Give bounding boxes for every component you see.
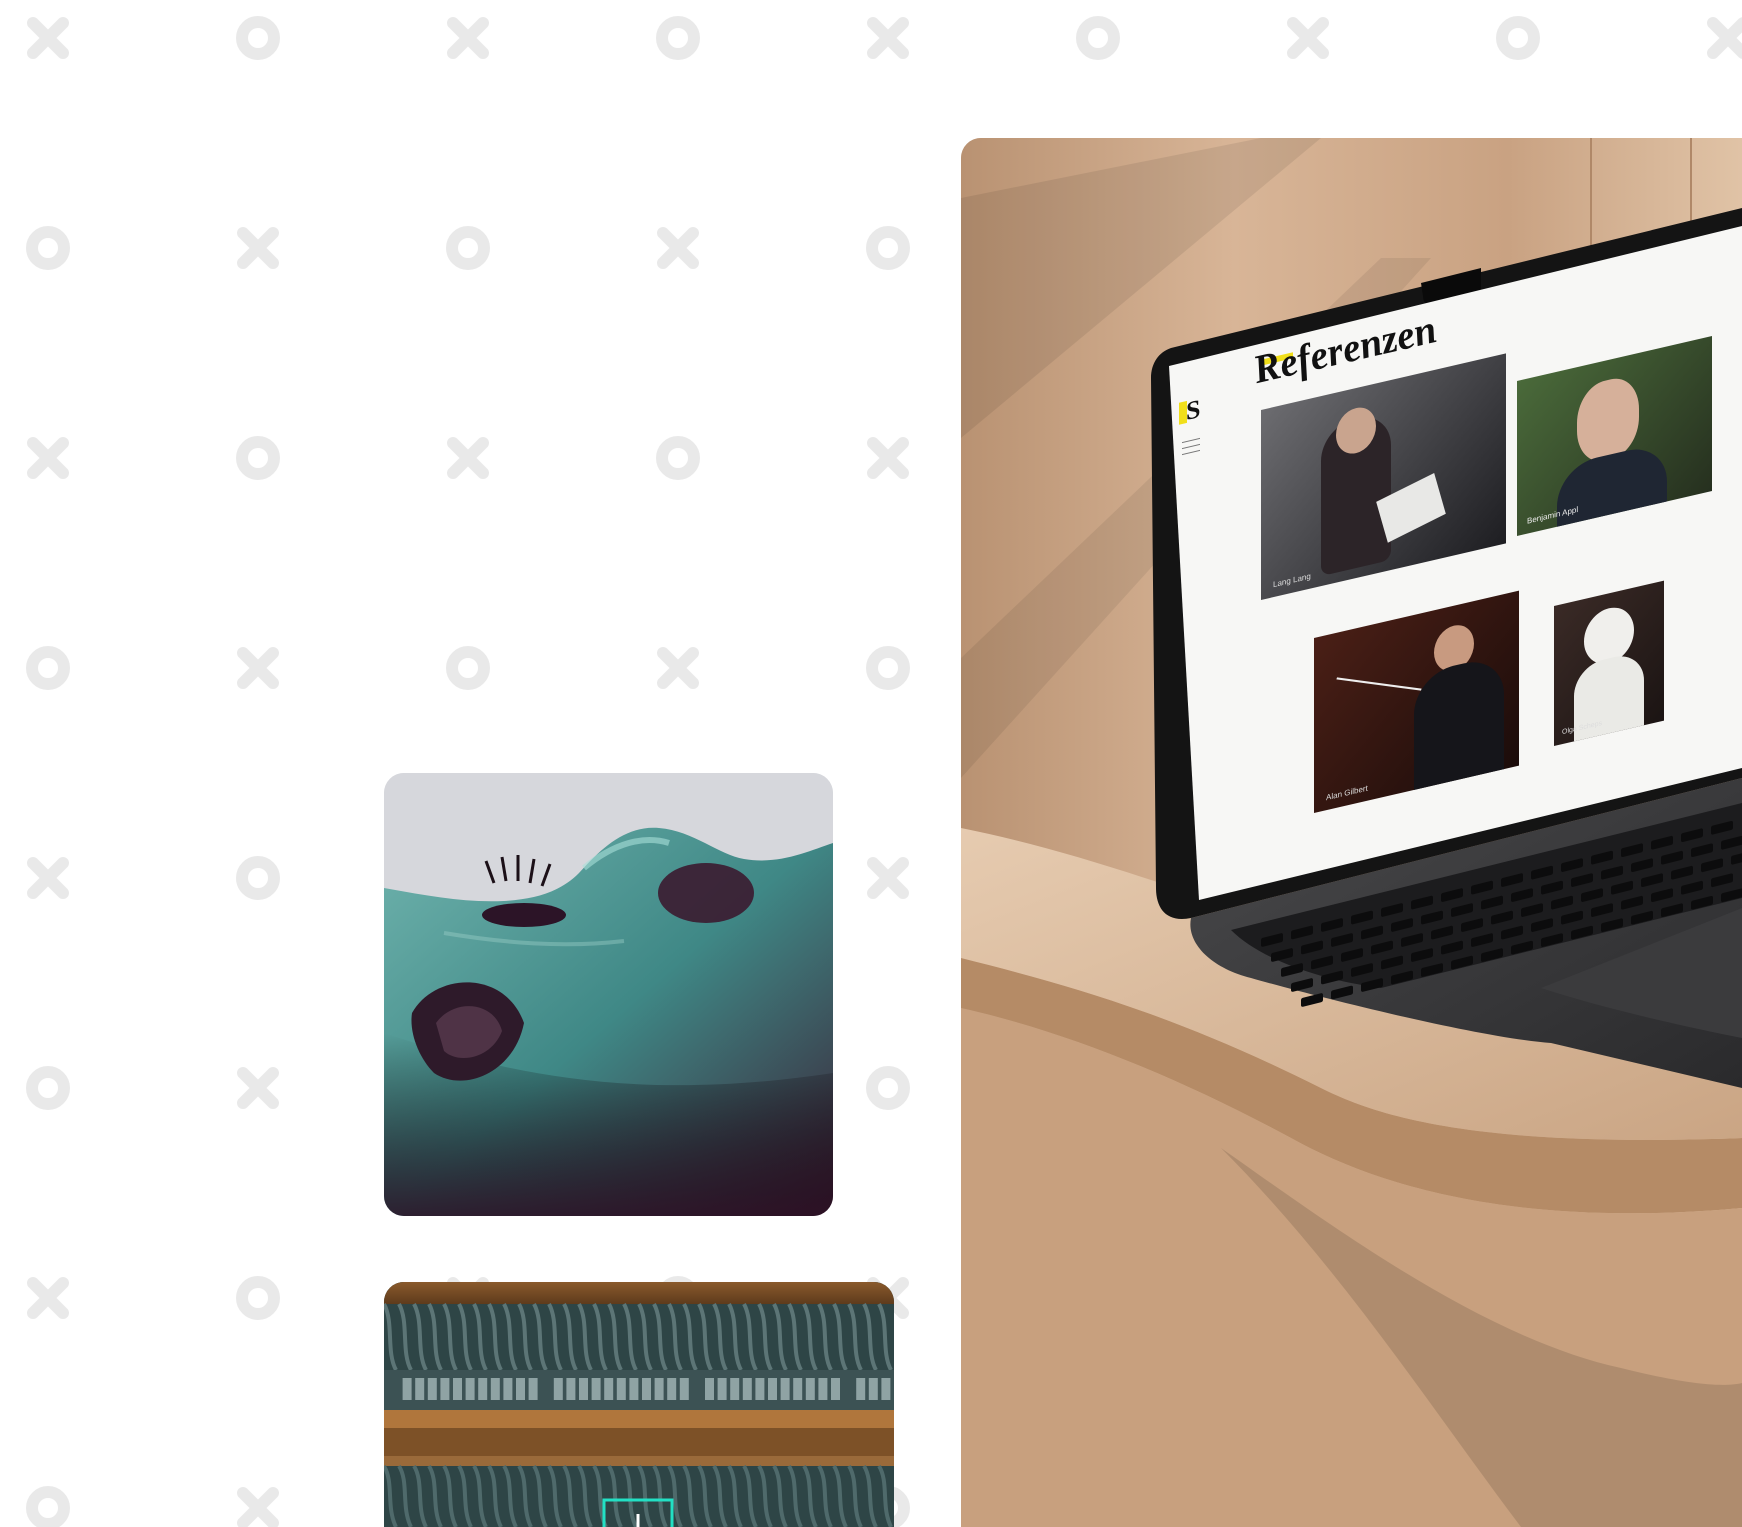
pattern-o-icon bbox=[236, 436, 280, 480]
pattern-x-icon bbox=[657, 647, 699, 689]
pattern-o-icon bbox=[866, 1066, 910, 1110]
pattern-o-icon bbox=[866, 646, 910, 690]
laptop-screen: S Referenzen Lang Lang Benjamin Appl Ala bbox=[961, 138, 1742, 1527]
pattern-o-icon bbox=[1496, 16, 1540, 60]
pattern-o-icon bbox=[26, 1486, 70, 1527]
logo-letter: S bbox=[1186, 393, 1201, 427]
concert-hall-image[interactable] bbox=[384, 1282, 894, 1527]
pattern-x-icon bbox=[657, 227, 699, 269]
pattern-x-icon bbox=[447, 437, 489, 479]
site-logo: S bbox=[1179, 393, 1203, 429]
reference-photo-benjamin-appl[interactable]: Benjamin Appl bbox=[1517, 335, 1712, 536]
reference-photo-alan-gilbert[interactable]: Alan Gilbert bbox=[1314, 590, 1519, 813]
pattern-o-icon bbox=[656, 436, 700, 480]
pattern-o-icon bbox=[236, 1276, 280, 1320]
pattern-x-icon bbox=[447, 17, 489, 59]
face-closeup-artwork bbox=[384, 773, 833, 1216]
pattern-x-icon bbox=[27, 857, 69, 899]
pattern-o-icon bbox=[1076, 16, 1120, 60]
photo-caption: Alan Gilbert bbox=[1326, 783, 1368, 803]
reference-photo-lang-lang[interactable]: Lang Lang bbox=[1261, 353, 1506, 600]
pattern-o-icon bbox=[656, 16, 700, 60]
pattern-x-icon bbox=[1287, 17, 1329, 59]
pattern-o-icon bbox=[26, 226, 70, 270]
pattern-x-icon bbox=[237, 647, 279, 689]
pattern-x-icon bbox=[237, 1487, 279, 1527]
pattern-o-icon bbox=[866, 226, 910, 270]
face-closeup-image[interactable] bbox=[384, 773, 833, 1216]
pattern-x-icon bbox=[27, 17, 69, 59]
pattern-x-icon bbox=[867, 437, 909, 479]
pattern-x-icon bbox=[27, 1277, 69, 1319]
pattern-o-icon bbox=[446, 646, 490, 690]
concert-hall-artwork bbox=[384, 1282, 894, 1527]
reference-photo-olga-scheps[interactable]: Olga Scheps bbox=[1554, 580, 1664, 746]
pattern-x-icon bbox=[1707, 17, 1742, 59]
pattern-x-icon bbox=[867, 857, 909, 899]
photo-caption: Lang Lang bbox=[1273, 571, 1311, 590]
pattern-o-icon bbox=[26, 1066, 70, 1110]
pattern-o-icon bbox=[236, 16, 280, 60]
pattern-o-icon bbox=[26, 646, 70, 690]
pattern-o-icon bbox=[236, 856, 280, 900]
pattern-x-icon bbox=[867, 17, 909, 59]
pattern-x-icon bbox=[27, 437, 69, 479]
pattern-x-icon bbox=[237, 1067, 279, 1109]
pattern-x-icon bbox=[237, 227, 279, 269]
hamburger-icon[interactable] bbox=[1182, 437, 1200, 456]
laptop-mockup-image[interactable]: S Referenzen Lang Lang Benjamin Appl Ala bbox=[961, 138, 1742, 1527]
pattern-o-icon bbox=[446, 226, 490, 270]
